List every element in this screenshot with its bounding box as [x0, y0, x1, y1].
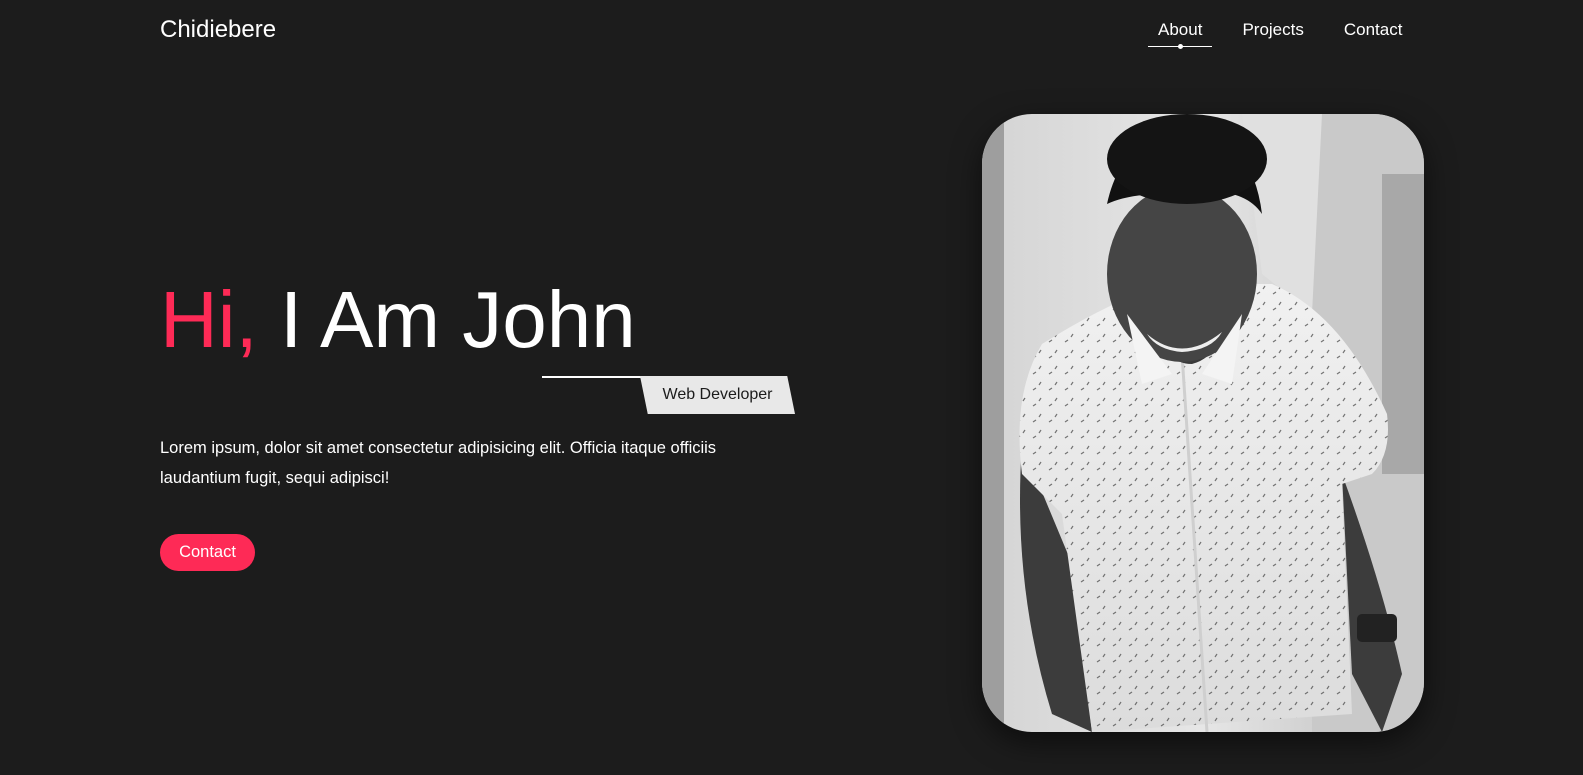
profile-photo	[982, 114, 1424, 732]
hero-description: Lorem ipsum, dolor sit amet consectetur …	[160, 439, 717, 487]
nav-item-contact[interactable]: Contact	[1344, 20, 1403, 40]
portrait-image	[982, 114, 1424, 732]
role-tag: Web Developer	[640, 376, 795, 414]
hero-greeting: Hi,	[160, 275, 258, 364]
role-label: Web Developer	[662, 386, 773, 403]
hero-name: I Am John	[257, 275, 636, 364]
nav-item-about[interactable]: About	[1147, 20, 1213, 49]
hero-title: Hi, I Am John	[160, 274, 636, 366]
nav-item-projects[interactable]: Projects	[1242, 20, 1303, 40]
page: Chidiebere About Projects Contact Hi, I …	[0, 0, 1583, 775]
main-nav: About Projects Contact	[1147, 20, 1403, 49]
role-divider-line	[542, 376, 642, 378]
contact-button[interactable]: Contact	[160, 534, 255, 571]
site-logo[interactable]: Chidiebere	[160, 16, 276, 44]
